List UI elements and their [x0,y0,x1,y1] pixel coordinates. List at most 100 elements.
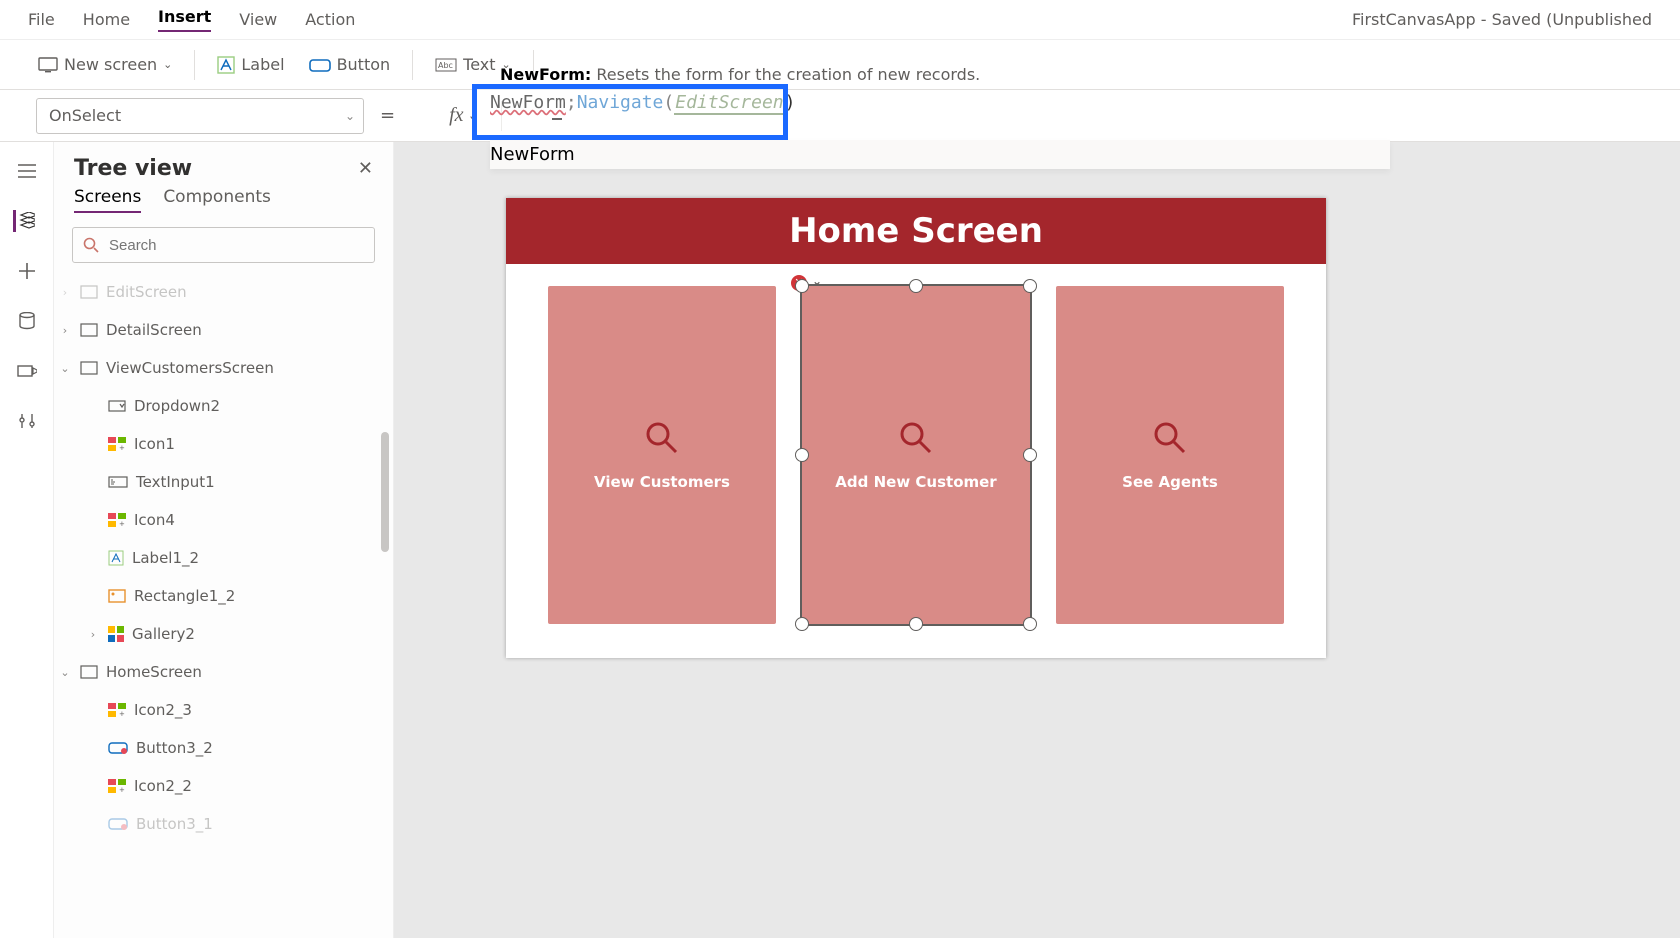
property-selector[interactable]: OnSelect ⌄ [36,98,364,134]
tree-item[interactable]: + Icon1 [54,425,393,463]
screen-icon [38,57,58,73]
selection-handle[interactable] [795,279,809,293]
svg-text:+: + [119,520,125,527]
tile-row: View Customers Add New Customer✕ ⌄ See A… [506,286,1326,624]
label-button-label: Label [241,55,284,74]
tree-item[interactable]: + Icon2_3 [54,691,393,729]
tab-screens[interactable]: Screens [74,187,141,213]
tree-item[interactable]: Button3_1 [54,805,393,843]
canvas-area[interactable]: Home Screen View Customers Add New Custo… [394,142,1680,938]
tree-item[interactable]: ›EditScreen [54,273,393,311]
tree-item-label: Button3_2 [136,739,213,757]
chevron-icon[interactable]: ⌄ [58,362,72,375]
advanced-tools-icon[interactable] [16,410,38,432]
tree-item[interactable]: › DetailScreen [54,311,393,349]
selection-handle[interactable] [909,279,923,293]
tree-item[interactable]: › Gallery2 [54,615,393,653]
tree-item-icon [108,400,126,412]
data-icon[interactable] [16,310,38,332]
fx-button[interactable]: fx ⌄ [445,104,481,127]
tree-item-icon [80,361,98,375]
button-button[interactable]: Button [301,55,399,74]
hamburger-icon[interactable] [16,160,38,182]
tree-item[interactable]: Dropdown2 [54,387,393,425]
tree-item-label: Rectangle1_2 [134,587,235,605]
formula-input[interactable]: NewForm;Navigate(EditScreen) [490,92,795,113]
selection-handle[interactable] [909,617,923,631]
selection-handle[interactable] [795,617,809,631]
menu-file[interactable]: File [28,10,55,29]
tree-item-label: Gallery2 [132,625,195,643]
tree-item[interactable]: +Icon4 [54,501,393,539]
tree-item-label: Icon2_3 [134,701,192,719]
add-icon[interactable] [16,260,38,282]
hint-text: Resets the form for the creation of new … [596,65,980,84]
menu-action[interactable]: Action [305,10,355,29]
text-icon: Abc [435,58,457,72]
new-screen-label: New screen [64,55,157,74]
tree-item-icon [80,285,98,299]
selection-handle[interactable] [1023,279,1037,293]
tree-item-icon [108,476,128,488]
chevron-icon[interactable]: › [58,286,72,299]
chevron-down-icon: ⌄ [345,109,355,123]
menu-home[interactable]: Home [83,10,130,29]
chevron-icon[interactable]: › [86,628,100,641]
formula-token-newform: NewForm [490,92,566,113]
formula-hint: NewForm: Resets the form for the creatio… [500,40,1680,90]
fx-label: fx [449,104,463,127]
text-button-label: Text [463,55,495,74]
tree-item-label: HomeScreen [106,663,202,681]
label-button[interactable]: Label [209,55,292,74]
chevron-down-icon[interactable]: ⌄ [812,274,822,288]
tree-item[interactable]: TextInput1 [54,463,393,501]
tree-tabs: Screens Components [54,187,393,223]
formula-token-close: ) [785,92,796,113]
tile-label: See Agents [1122,473,1218,491]
tree-item-icon: + [108,703,126,717]
chevron-icon[interactable]: › [58,324,72,337]
tree-item[interactable]: Rectangle1_2 [54,577,393,615]
workspace: Tree view ✕ Screens Components ›EditScre… [0,142,1680,938]
separator [194,50,195,80]
scrollbar[interactable] [381,432,389,552]
tree-item-label: DetailScreen [106,321,202,339]
canvas-tile[interactable]: View Customers [548,286,776,624]
tab-components[interactable]: Components [163,187,271,213]
app-title: FirstCanvasApp - Saved (Unpublished [1352,10,1652,29]
tree-item[interactable]: Button3_2 [54,729,393,767]
selection-handle[interactable] [1023,448,1037,462]
media-icon[interactable] [16,360,38,382]
hint-name: NewForm: [500,65,591,84]
formula-token-open: ( [663,92,674,113]
tree-item-label: Icon1 [134,435,175,453]
tree-item[interactable]: ⌄ViewCustomersScreen [54,349,393,387]
close-icon[interactable]: ✕ [358,158,373,179]
intellisense-item[interactable]: NewForm [490,140,1390,169]
stage: Home Screen View Customers Add New Custo… [506,198,1326,658]
tree-item-icon [108,817,128,831]
screen-header: Home Screen [506,198,1326,264]
svg-text:+: + [119,444,125,451]
magnifier-icon [643,419,681,457]
tree-item-label: Label1_2 [132,549,199,567]
menu-view[interactable]: View [239,10,277,29]
chevron-icon[interactable]: ⌄ [58,666,72,679]
magnifier-icon [1151,419,1189,457]
selection-handle[interactable] [1023,617,1037,631]
canvas-tile[interactable]: Add New Customer✕ ⌄ [802,286,1030,624]
tree-view-icon[interactable] [13,210,35,232]
new-screen-button[interactable]: New screen ⌄ [30,55,180,74]
tree-item[interactable]: +Icon2_2 [54,767,393,805]
tree-item[interactable]: Label1_2 [54,539,393,577]
ribbon: New screen ⌄ Label Button Abc Text ⌄ New… [0,40,1680,90]
tree-item[interactable]: ⌄ HomeScreen [54,653,393,691]
canvas-tile[interactable]: See Agents [1056,286,1284,624]
tree-item-icon: + [108,779,126,793]
menu-insert[interactable]: Insert [158,7,211,32]
separator [412,50,413,80]
tile-label: Add New Customer [835,473,996,491]
search-input[interactable] [107,236,364,255]
tree-search[interactable] [72,227,375,263]
selection-handle[interactable] [795,448,809,462]
